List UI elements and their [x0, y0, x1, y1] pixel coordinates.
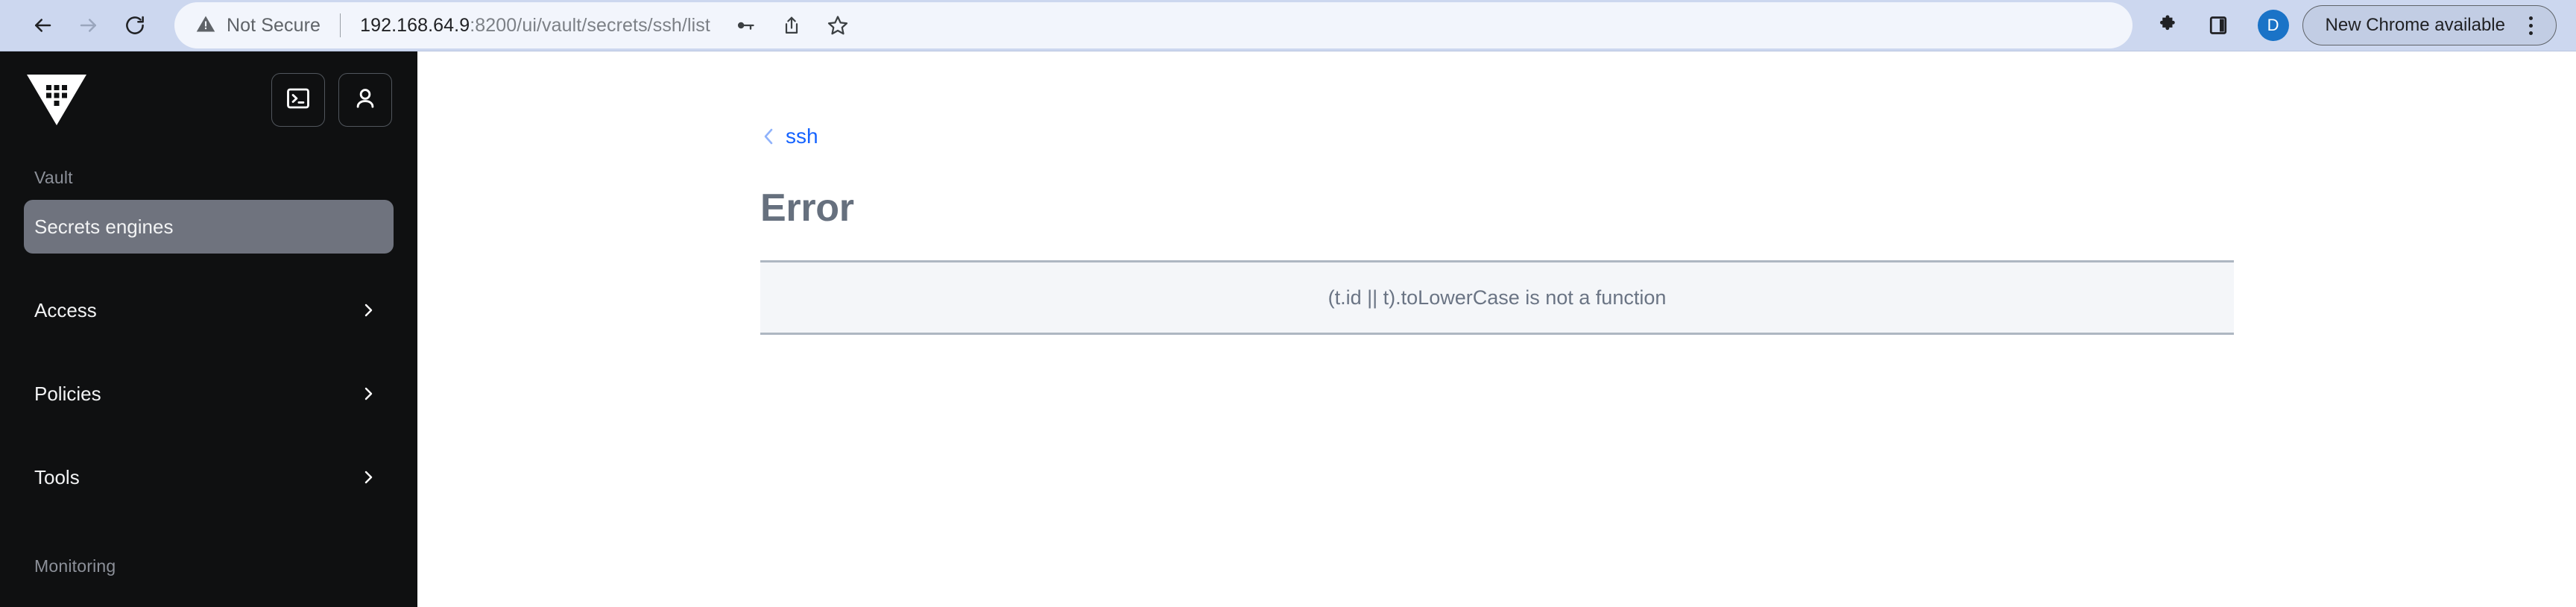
console-terminal-button[interactable] [271, 73, 325, 127]
reload-icon [124, 14, 146, 37]
profile-avatar[interactable]: D [2257, 10, 2289, 41]
page-body: Vault Secrets engines Access Policies To… [0, 51, 2576, 607]
warning-triangle-icon [195, 13, 216, 38]
share-icon [781, 15, 802, 36]
sidebar-item-tools[interactable]: Tools [24, 450, 394, 504]
sidebar-item-raft-storage[interactable]: Raft Storage [24, 588, 394, 607]
three-dot-menu-icon[interactable] [2514, 9, 2547, 42]
sidebar-section-label-monitoring: Monitoring [34, 556, 116, 576]
chevron-right-icon [359, 468, 377, 486]
password-key-button[interactable] [724, 4, 767, 47]
chrome-update-label: New Chrome available [2325, 15, 2505, 35]
bookmark-star-icon [827, 14, 849, 37]
back-arrow-icon [31, 14, 54, 37]
sidebar-header [24, 51, 394, 148]
omnibox[interactable]: Not Secure 192.168.64.9:8200/ui/vault/se… [174, 2, 2133, 48]
side-panel-icon [2207, 14, 2229, 37]
chevron-right-icon [359, 385, 377, 403]
error-message-box: (t.id || t).toLowerCase is not a functio… [760, 260, 2234, 335]
sidebar-item-secrets-engines[interactable]: Secrets engines [24, 200, 394, 254]
extensions-puzzle-icon [2156, 14, 2179, 37]
breadcrumb[interactable]: ssh [760, 123, 2576, 150]
sidebar-header-actions [271, 73, 392, 127]
back-button[interactable] [19, 2, 66, 48]
toolbar-right-actions: D New Chrome available [2144, 2, 2557, 48]
chrome-update-pill[interactable]: New Chrome available [2302, 5, 2557, 45]
vault-logo[interactable] [25, 73, 88, 127]
chevron-left-icon [760, 127, 777, 146]
sidebar-item-label: Secrets engines [34, 215, 174, 238]
person-icon [352, 85, 379, 116]
sidebar-item-label: Tools [34, 465, 80, 488]
url-text: 192.168.64.9:8200/ui/vault/secrets/ssh/l… [360, 15, 710, 37]
breadcrumb-link-ssh[interactable]: ssh [786, 125, 818, 148]
chevron-right-icon [359, 301, 377, 319]
password-key-icon [735, 15, 756, 36]
browser-toolbar: Not Secure 192.168.64.9:8200/ui/vault/se… [0, 0, 2576, 51]
terminal-icon [285, 85, 312, 116]
url-path: :8200/ui/vault/secrets/ssh/list [470, 14, 710, 36]
user-menu-button[interactable] [338, 73, 392, 127]
extensions-button[interactable] [2144, 2, 2191, 48]
main-content: ssh Error (t.id || t).toLowerCase is not… [417, 51, 2576, 607]
omnibox-divider [340, 13, 341, 37]
security-status-label: Not Secure [227, 14, 321, 36]
sidebar-item-policies[interactable]: Policies [24, 367, 394, 421]
sidebar: Vault Secrets engines Access Policies To… [0, 51, 417, 607]
forward-arrow-icon [78, 14, 100, 37]
forward-button[interactable] [66, 2, 112, 48]
sidebar-item-label: Policies [34, 382, 101, 405]
omnibox-actions [724, 4, 859, 47]
error-message-text: (t.id || t).toLowerCase is not a functio… [1328, 286, 1667, 309]
sidebar-item-label: Access [34, 298, 97, 321]
bookmark-star-button[interactable] [816, 4, 859, 47]
sidebar-item-access[interactable]: Access [24, 283, 394, 337]
side-panel-button[interactable] [2195, 2, 2241, 48]
sidebar-section-label-vault: Vault [34, 168, 73, 187]
sidebar-item-label: Raft Storage [34, 604, 143, 607]
page-title: Error [760, 186, 854, 230]
reload-button[interactable] [112, 2, 158, 48]
url-host: 192.168.64.9 [360, 14, 470, 36]
share-button[interactable] [770, 4, 813, 47]
